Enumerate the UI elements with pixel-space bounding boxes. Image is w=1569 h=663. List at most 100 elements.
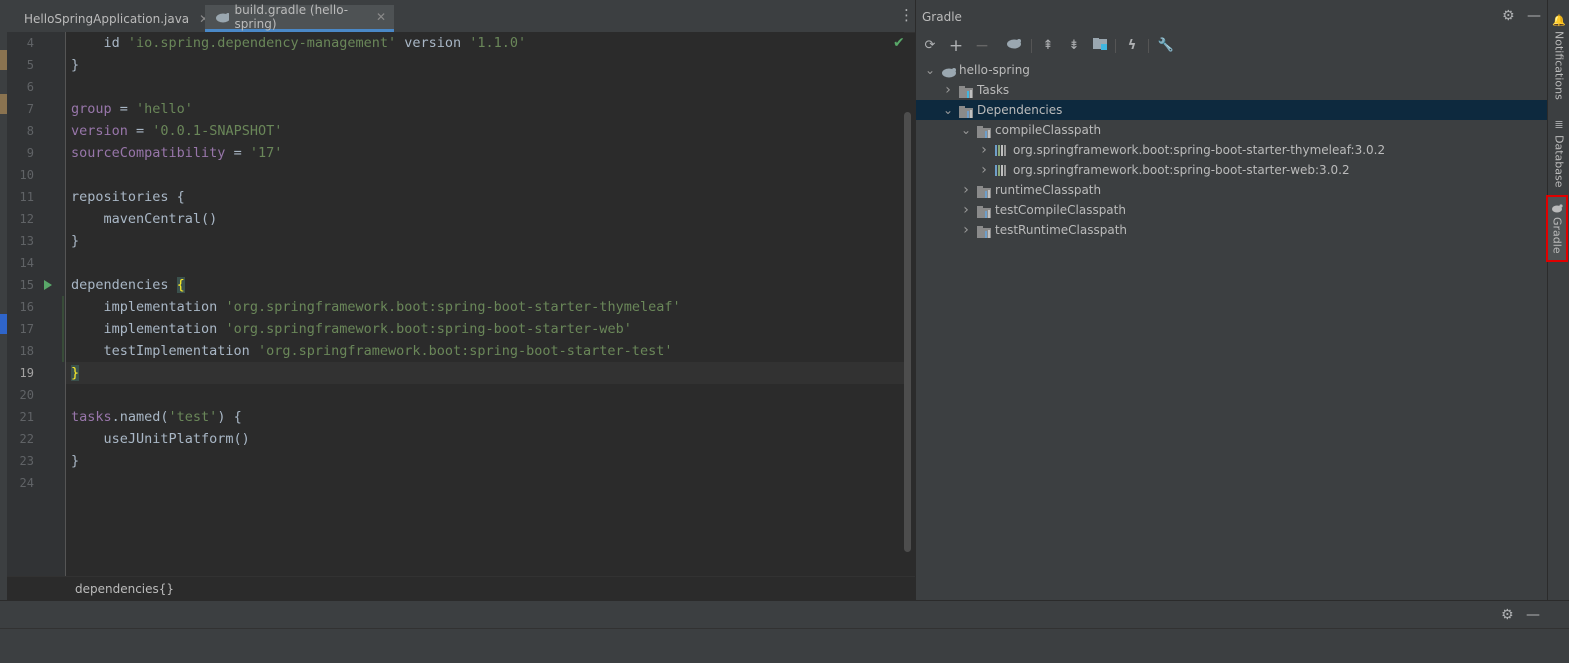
code-line[interactable]: }	[66, 230, 904, 252]
line-number: 14	[19, 256, 34, 270]
tree-item[interactable]: ⌄ hello-spring	[916, 60, 1548, 80]
chevron-down-icon[interactable]: ⌄	[960, 120, 972, 140]
reload-icon[interactable]: ⟳	[921, 37, 939, 55]
chevron-right-icon[interactable]: ›	[978, 160, 990, 180]
chevron-down-icon[interactable]: ⌄	[942, 100, 954, 120]
line-number: 8	[26, 124, 34, 138]
tree-item[interactable]: ⌄ compileClasspath	[916, 120, 1548, 140]
code-line[interactable]: }	[66, 450, 904, 472]
toggle-offline-icon[interactable]: ϟ	[1123, 37, 1141, 55]
hide-icon[interactable]: —	[1526, 607, 1540, 623]
add-icon[interactable]: +	[947, 37, 965, 55]
breadcrumb[interactable]: dependencies{}	[75, 582, 174, 596]
line-number: 5	[26, 58, 34, 72]
marker	[0, 314, 7, 334]
panel-title: Gradle	[922, 10, 962, 24]
editor-tab-bar: HelloSpringApplication.java ✕ build.grad…	[0, 0, 915, 33]
gradle-execute-icon[interactable]	[1005, 37, 1023, 55]
no-problems-check-icon[interactable]: ✔	[893, 35, 905, 51]
database-icon: ≣	[1554, 118, 1564, 131]
breadcrumb-bar: dependencies{}	[7, 576, 915, 601]
code-line[interactable]: implementation 'org.springframework.boot…	[66, 318, 904, 340]
tree-item[interactable]: › testCompileClasspath	[916, 200, 1548, 220]
code-line[interactable]: testImplementation 'org.springframework.…	[66, 340, 904, 362]
line-number: 11	[19, 190, 34, 204]
tab-label: build.gradle (hello-spring)	[234, 3, 349, 31]
tab-label: HelloSpringApplication.java	[24, 11, 190, 26]
tree-item[interactable]: › org.springframework.boot:spring-boot-st…	[916, 140, 1548, 160]
settings-wrench-icon[interactable]: 🔧	[1157, 37, 1175, 55]
code-line[interactable]: version = '0.0.1-SNAPSHOT'	[66, 120, 904, 142]
expand-all-icon[interactable]: ⇞	[1039, 37, 1057, 55]
line-number: 12	[19, 212, 34, 226]
chevron-right-icon[interactable]: ›	[960, 180, 972, 200]
code-line[interactable]: id 'io.spring.dependency-management' ver…	[66, 32, 904, 54]
tree-item[interactable]: › runtimeClasspath	[916, 180, 1548, 200]
gradle-elephant-icon	[1552, 204, 1563, 213]
code-line[interactable]	[66, 472, 904, 494]
database-label: Database	[1552, 135, 1566, 188]
notifications-tab[interactable]: 🔔 Notifications	[1550, 14, 1568, 100]
code-line[interactable]	[66, 76, 904, 98]
chevron-right-icon[interactable]: ›	[960, 200, 972, 220]
editor-scrollbar[interactable]	[904, 112, 911, 552]
chevron-right-icon[interactable]: ›	[960, 220, 972, 240]
code-line[interactable]	[66, 164, 904, 186]
close-icon[interactable]: ✕	[376, 10, 386, 24]
chevron-down-icon[interactable]: ⌄	[924, 60, 936, 80]
code-line[interactable]: group = 'hello'	[66, 98, 904, 120]
code-line[interactable]: useJUnitPlatform()	[66, 428, 904, 450]
project-folder-icon[interactable]	[1091, 37, 1109, 55]
tree-item[interactable]: ⌄ Dependencies	[916, 100, 1548, 120]
line-number: 4	[26, 36, 34, 50]
code-line[interactable]: repositories {	[66, 186, 904, 208]
hide-icon[interactable]: —	[1527, 8, 1541, 24]
code-line[interactable]: implementation 'org.springframework.boot…	[66, 296, 904, 318]
line-number: 15	[19, 278, 34, 292]
gear-icon[interactable]: ⚙	[1502, 8, 1515, 24]
code-line[interactable]: }	[66, 54, 904, 76]
code-line[interactable]: sourceCompatibility = '17'	[66, 142, 904, 164]
editor-gutter[interactable]: 4 5 6 7 8 9 10 11 12 13 14 15 16 17 18 19 20 21 22 23 24	[7, 32, 75, 576]
tab-build-gradle[interactable]: build.gradle (hello-spring) ✕	[205, 3, 394, 32]
right-tool-stripe: 🔔 Notifications ≣ Database Gradle	[1546, 0, 1569, 600]
line-number: 6	[26, 80, 34, 94]
code-line[interactable]: dependencies {	[66, 274, 904, 296]
tree-item[interactable]: › testRuntimeClasspath	[916, 220, 1548, 240]
library-icon	[995, 164, 1009, 176]
database-tab[interactable]: ≣ Database	[1550, 118, 1568, 188]
code-line[interactable]: mavenCentral()	[66, 208, 904, 230]
code-line[interactable]	[66, 252, 904, 274]
gradle-tool-window: Gradle ⚙ — ⟳ + − ⇞ ⇟ ϟ 🔧 ⌄ hello-spring › T…	[915, 0, 1548, 600]
library-icon	[995, 144, 1009, 156]
notifications-label: Notifications	[1552, 31, 1566, 100]
tree-item[interactable]: › Tasks	[916, 80, 1548, 100]
line-number: 9	[26, 146, 34, 160]
gradle-elephant-icon	[216, 13, 229, 23]
tree-item-label: Dependencies	[977, 103, 1063, 117]
configuration-folder-icon	[977, 124, 991, 138]
tab-hello-spring-application[interactable]: HelloSpringApplication.java ✕	[8, 5, 209, 32]
code-line[interactable]: }	[66, 362, 904, 384]
tree-item-label: testRuntimeClasspath	[995, 223, 1128, 237]
gradle-tab[interactable]: Gradle	[1546, 195, 1568, 262]
tree-item-label: compileClasspath	[995, 123, 1102, 137]
remove-icon[interactable]: −	[973, 37, 991, 55]
tree-item[interactable]: › org.springframework.boot:spring-boot-st…	[916, 160, 1548, 180]
collapse-all-icon[interactable]: ⇟	[1065, 37, 1083, 55]
code-line[interactable]: tasks.named('test') {	[66, 406, 904, 428]
tree-item-label: testCompileClasspath	[995, 203, 1126, 217]
chevron-right-icon[interactable]: ›	[942, 80, 954, 100]
gradle-header: Gradle ⚙ —	[916, 0, 1548, 34]
run-gutter-icon[interactable]	[44, 280, 52, 290]
line-number: 22	[19, 432, 34, 446]
bell-icon: 🔔	[1552, 14, 1566, 27]
more-options-icon[interactable]: ⋮	[899, 8, 914, 23]
chevron-right-icon[interactable]: ›	[978, 140, 990, 160]
tasks-folder-icon	[959, 84, 973, 98]
gear-icon[interactable]: ⚙	[1501, 607, 1514, 623]
tree-item-label: runtimeClasspath	[995, 183, 1102, 197]
code-line[interactable]	[66, 384, 904, 406]
tree-item-label: org.springframework.boot:spring-boot-sta…	[1013, 163, 1350, 177]
code-editor[interactable]: id 'io.spring.dependency-management' ver…	[66, 32, 904, 576]
